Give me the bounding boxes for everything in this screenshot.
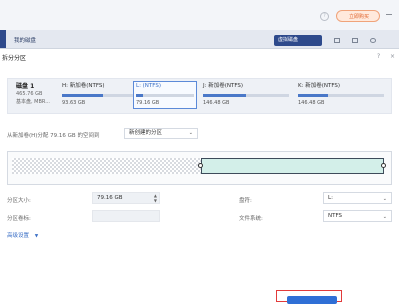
partition-size-label: 分区大小: xyxy=(7,198,31,204)
chevron-down-icon: ⌄ xyxy=(382,214,387,220)
file-system-value: NTFS xyxy=(328,213,343,219)
partition-size: 146.48 GB xyxy=(298,100,325,106)
partition-j[interactable]: J: 新加卷(NTFS) 146.48 GB xyxy=(203,81,289,109)
disk-info[interactable]: 磁盘 1 465.76 GB 基本盘, MBR... xyxy=(16,81,50,106)
source-remaining-space xyxy=(12,158,202,174)
chevron-down-icon: ⌄ xyxy=(382,196,387,202)
partition-usage-bar xyxy=(298,94,384,97)
chevron-down-icon: ⌄ xyxy=(188,130,193,136)
triangle-down-icon: ▼ xyxy=(34,234,39,239)
resize-handle-right[interactable] xyxy=(381,163,386,168)
partition-label: H: 新加卷(NTFS) xyxy=(62,83,105,89)
drive-letter-label: 盘符: xyxy=(239,198,252,204)
partition-k[interactable]: K: 新加卷(NTFS) 146.48 GB xyxy=(298,81,384,109)
advanced-settings-label: 高级设置 xyxy=(7,233,30,239)
target-partition-select[interactable]: 新创建的分区 ⌄ xyxy=(124,128,198,139)
partition-h[interactable]: H: 新加卷(NTFS) 93.63 GB xyxy=(62,81,136,109)
partition-label: L: (NTFS) xyxy=(136,83,161,89)
partition-usage-fill xyxy=(136,94,143,97)
partition-size: 79.16 GB xyxy=(136,100,160,106)
advanced-settings-toggle[interactable]: 高级设置 ▼ xyxy=(7,231,38,239)
partition-l-selected[interactable]: L: (NTFS) 79.16 GB xyxy=(133,81,197,109)
file-system-label: 文件系统: xyxy=(239,216,263,222)
minimize-icon[interactable] xyxy=(386,14,392,15)
file-system-select[interactable]: NTFS ⌄ xyxy=(323,210,392,222)
partition-usage-fill xyxy=(62,94,103,97)
disk-name: 磁盘 1 xyxy=(16,83,35,90)
refresh-icon[interactable] xyxy=(370,38,376,43)
partition-usage-bar xyxy=(203,94,289,97)
resize-handle-left[interactable] xyxy=(198,163,203,168)
partition-usage-fill xyxy=(298,94,329,97)
target-partition-value: 新创建的分区 xyxy=(129,130,163,136)
disk-type: 基本盘, MBR... xyxy=(16,99,50,105)
partition-size: 146.48 GB xyxy=(203,100,230,106)
section-label-my-disks: 我的磁盘 xyxy=(14,38,37,44)
dialog-title: 拆分分区 xyxy=(2,55,27,62)
partition-label: J: 新加卷(NTFS) xyxy=(203,83,244,89)
partition-size-input[interactable]: 79.16 GB ▲ ▼ xyxy=(92,192,160,204)
grid-view-icon[interactable] xyxy=(334,38,340,43)
stepper-icon[interactable]: ▲ ▼ xyxy=(154,193,157,203)
partition-label: K: 新加卷(NTFS) xyxy=(298,83,341,89)
list-view-icon[interactable] xyxy=(352,38,358,43)
vip-button[interactable]: 立即购买 xyxy=(336,10,380,22)
partition-size-value: 79.16 GB xyxy=(97,195,123,201)
partition-usage-fill xyxy=(203,94,246,97)
close-icon[interactable]: × xyxy=(390,53,395,60)
volume-label-input[interactable] xyxy=(92,210,160,222)
new-partition-block[interactable] xyxy=(201,158,384,174)
disk-size: 465.76 GB xyxy=(16,91,43,97)
drive-letter-select[interactable]: L: ⌄ xyxy=(323,192,392,204)
volume-label-label: 分区卷标: xyxy=(7,216,31,222)
partition-usage-bar xyxy=(62,94,136,97)
drive-letter-value: L: xyxy=(328,195,333,201)
confirm-button[interactable] xyxy=(287,296,337,304)
partition-size: 93.63 GB xyxy=(62,100,86,106)
partition-usage-bar xyxy=(136,94,194,97)
virtual-disk-button[interactable]: 虚拟磁盘 xyxy=(274,35,322,46)
question-circle-icon[interactable]: ? xyxy=(320,12,329,21)
source-description: 从新加卷(H)分配 79.16 GB 的空间到 xyxy=(7,133,100,139)
help-icon[interactable]: ? xyxy=(377,53,380,60)
